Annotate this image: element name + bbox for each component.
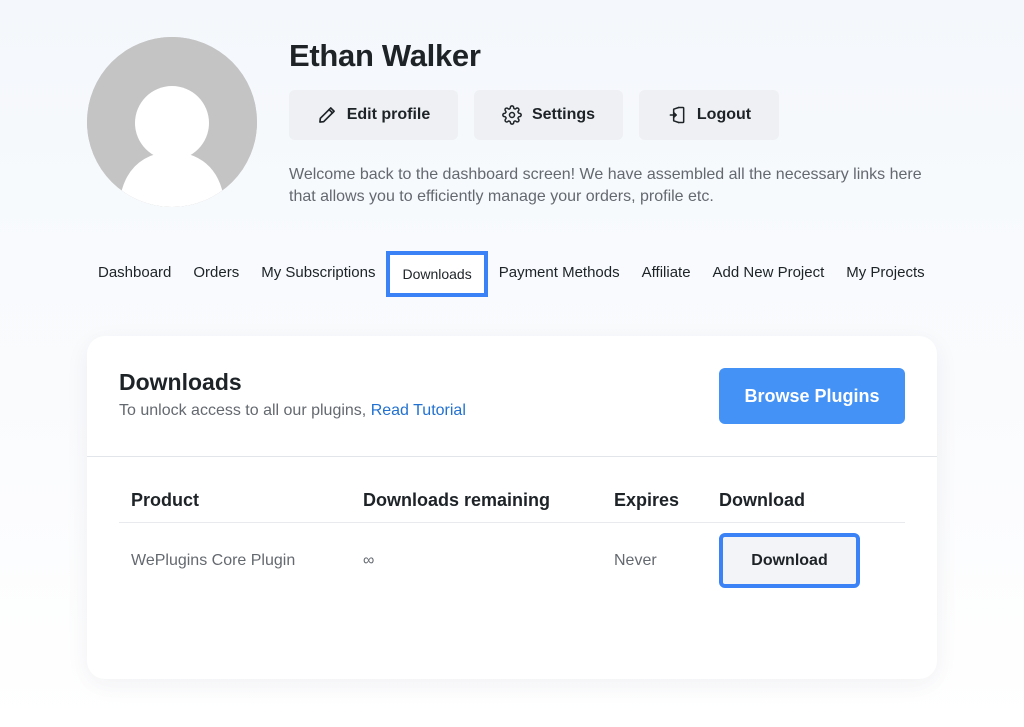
column-header-downloads-remaining: Downloads remaining [363,489,551,510]
nav-item-my-projects[interactable]: My Projects [835,250,935,295]
nav-item-add-new-project[interactable]: Add New Project [702,250,836,295]
avatar [87,37,257,207]
user-name: Ethan Walker [289,38,481,73]
browse-plugins-button[interactable]: Browse Plugins [719,368,905,424]
downloads-table: Product Downloads remaining Expires Down… [119,478,905,598]
downloads-remaining-cell: ∞ [363,551,375,569]
card-header: Downloads To unlock access to all our pl… [87,336,937,457]
account-nav: Dashboard Orders My Subscriptions Downlo… [87,250,936,297]
nav-item-orders[interactable]: Orders [182,250,250,295]
product-cell: WePlugins Core Plugin [131,551,296,569]
card-subtitle-text: To unlock access to all our plugins, [119,402,367,419]
edit-profile-label: Edit profile [346,106,431,123]
downloads-card: Downloads To unlock access to all our pl… [87,336,937,679]
settings-label: Settings [531,106,596,123]
nav-item-my-subscriptions[interactable]: My Subscriptions [250,250,386,295]
avatar-placeholder-icon [87,37,257,207]
edit-profile-button[interactable]: Edit profile [289,90,458,140]
download-button[interactable]: Download [719,533,860,588]
card-subtitle: To unlock access to all our plugins, Rea… [119,402,466,420]
download-cell: Download [707,533,905,588]
nav-item-dashboard[interactable]: Dashboard [87,250,182,295]
pencil-icon [317,105,337,125]
table-header: Product Downloads remaining Expires Down… [119,478,905,523]
read-tutorial-link[interactable]: Read Tutorial [371,402,466,419]
column-header-download: Download [719,489,805,510]
column-header-product: Product [131,489,200,510]
logout-label: Logout [696,106,752,123]
logout-button[interactable]: Logout [639,90,779,140]
settings-button[interactable]: Settings [474,90,623,140]
welcome-message: Welcome back to the dashboard screen! We… [289,166,922,205]
card-title: Downloads [119,369,242,395]
expires-cell: Never [614,551,657,569]
nav-item-affiliate[interactable]: Affiliate [631,250,702,295]
gear-icon [502,105,522,125]
profile-actions: Edit profile Settings Logout [289,90,779,140]
nav-item-downloads[interactable]: Downloads [386,250,488,297]
logout-icon [667,105,687,125]
table-row: WePlugins Core Plugin ∞ Never Download [119,523,905,598]
nav-item-payment-methods[interactable]: Payment Methods [488,250,631,295]
column-header-expires: Expires [614,489,680,510]
